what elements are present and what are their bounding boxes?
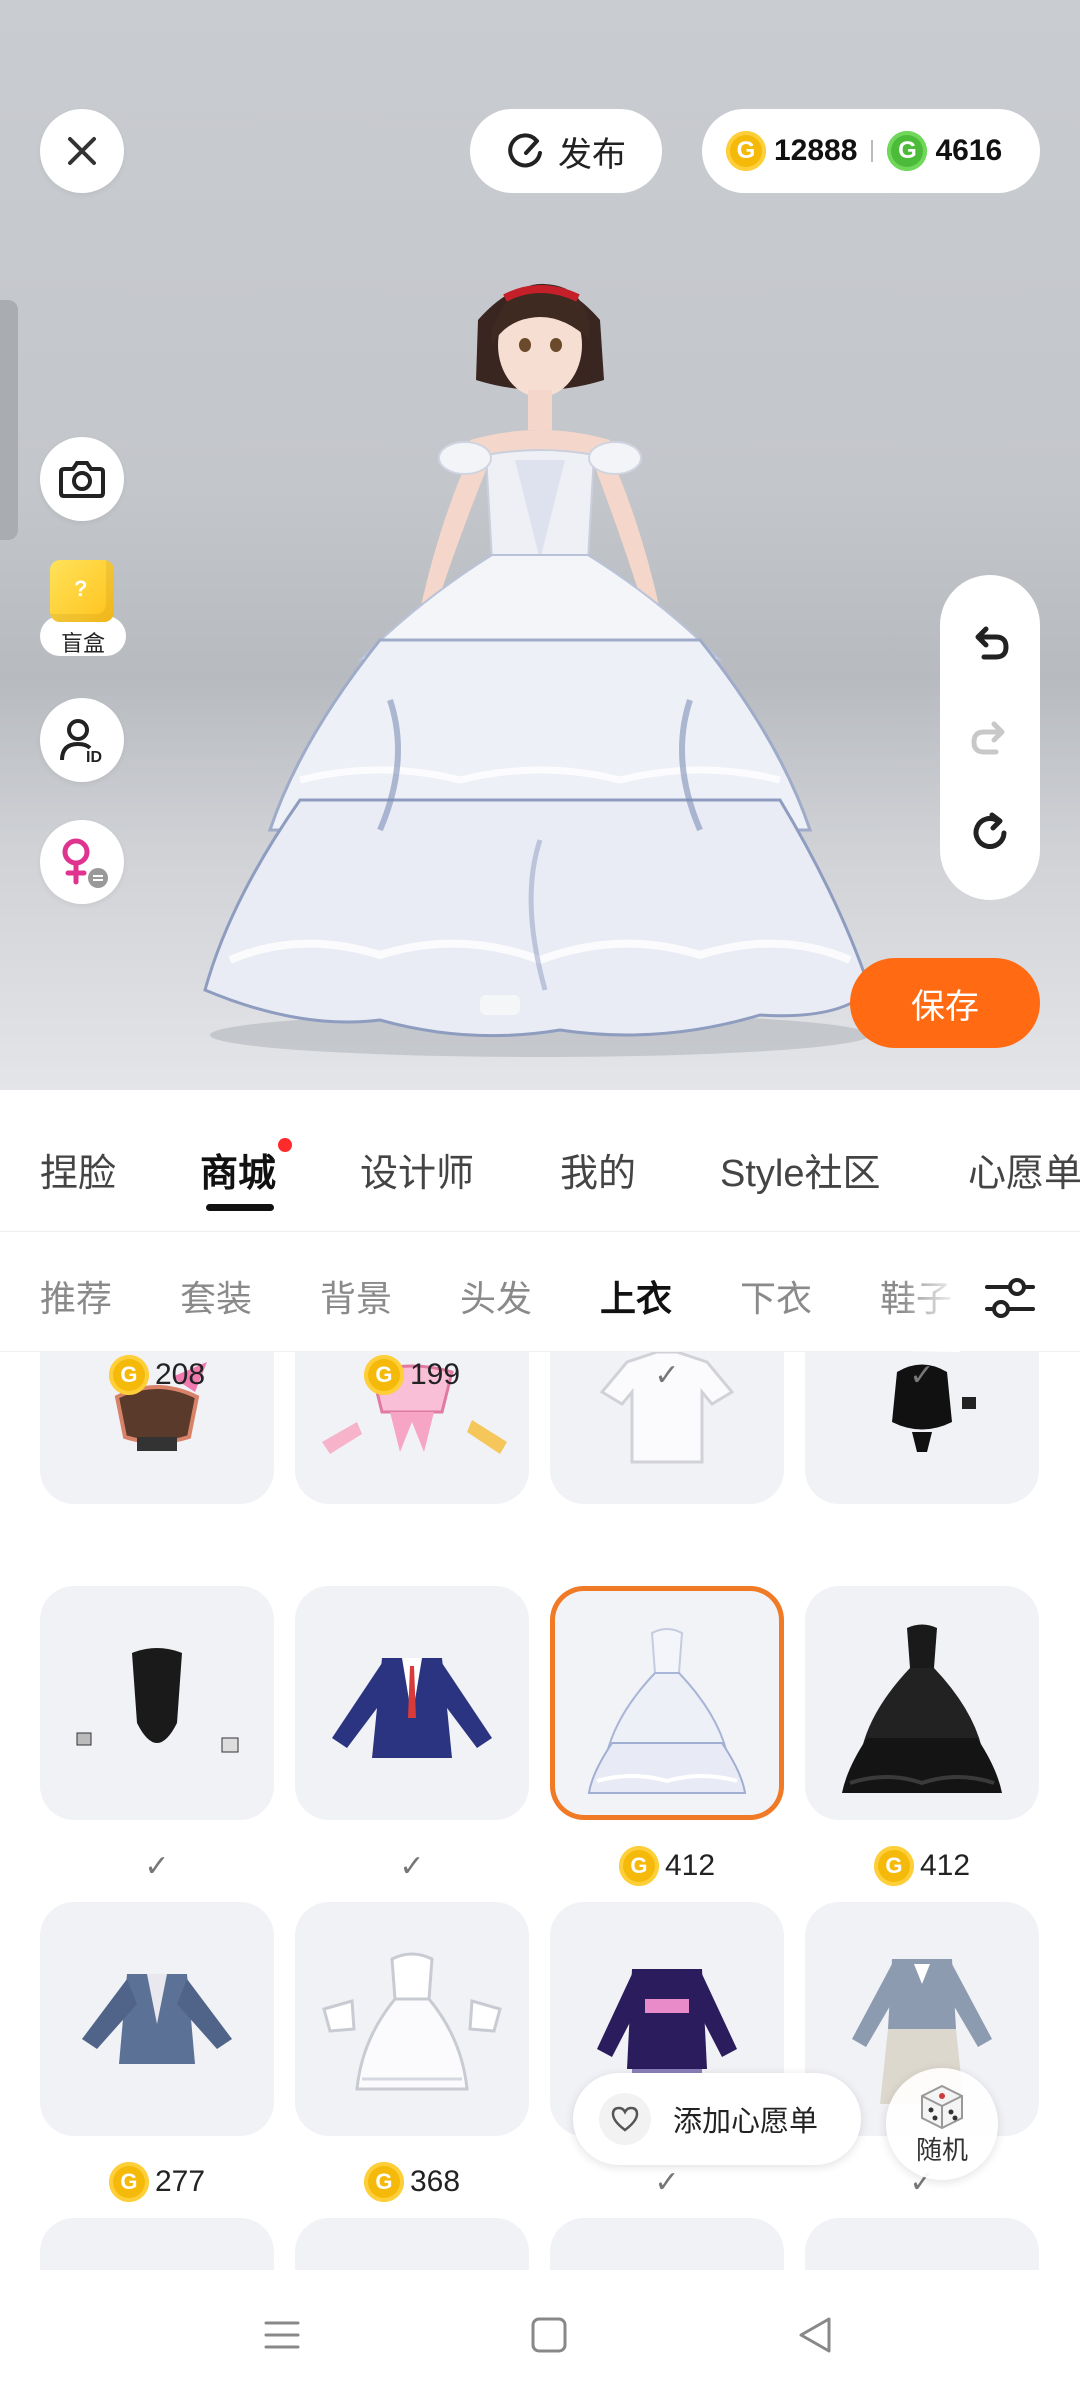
back-nav-button[interactable] (790, 2310, 840, 2360)
white-gown-thumbnail (587, 1628, 747, 1794)
gold-coin-icon: G (618, 1846, 659, 1886)
item-price: G 412 (550, 1844, 784, 1888)
item-card[interactable] (40, 1902, 274, 2136)
redo-icon[interactable] (968, 716, 1012, 760)
category-tab-bar: 推荐 套装 背景 头发 上衣 下衣 鞋子 (0, 1232, 1080, 1352)
female-icon (62, 838, 108, 888)
wishlist-label: 添加心愿单 (673, 2106, 819, 2138)
blindbox-label: 盲盒 (60, 631, 105, 656)
item-card[interactable] (40, 1586, 274, 1820)
item-price: G 199 (295, 1353, 529, 1397)
gender-switch-button[interactable] (40, 820, 124, 904)
home-nav-button[interactable] (524, 2310, 574, 2360)
avatar-id-button[interactable]: ID (40, 698, 124, 782)
currency-divider (871, 140, 874, 162)
reset-icon[interactable] (968, 811, 1012, 855)
category-hair[interactable]: 头发 (460, 1270, 532, 1322)
heart-icon-wrap (599, 2093, 651, 2145)
item-price: G 412 (805, 1844, 1039, 1888)
item-price: G 277 (40, 2160, 274, 2204)
tab-wishlist[interactable]: 心愿单 (968, 1142, 1080, 1197)
item-price: G 208 (40, 1353, 274, 1397)
owned-check-icon: ✓ (909, 1359, 935, 1392)
black-leotard-thumbnail (76, 1648, 239, 1753)
publish-icon (508, 133, 542, 168)
random-button[interactable]: 随机 (886, 2068, 998, 2180)
owned-check-icon: ✓ (654, 2166, 680, 2199)
random-label: 随机 (915, 2134, 968, 2165)
back-triangle-icon (799, 2317, 831, 2353)
heart-icon (611, 2106, 639, 2132)
gold-coin-icon: G (108, 2162, 149, 2202)
owned-check-icon: ✓ (654, 1359, 680, 1392)
owned-check-icon: ✓ (399, 1850, 425, 1883)
item-card[interactable] (295, 2218, 529, 2270)
tab-fade (900, 1232, 960, 1352)
blindbox-icon: ? (50, 560, 114, 622)
currency-bar[interactable]: G 12888 G 4616 (702, 109, 1040, 193)
navy-blazer-thumbnail (332, 1658, 492, 1758)
item-card[interactable] (40, 2218, 274, 2270)
tab-mine[interactable]: 我的 (560, 1142, 636, 1197)
item-card[interactable] (550, 2218, 784, 2270)
filter-button[interactable] (978, 1266, 1042, 1330)
item-card[interactable] (295, 1586, 529, 1820)
publish-label: 发布 (558, 135, 626, 174)
category-sets[interactable]: 套装 (180, 1270, 252, 1322)
blindbox-button[interactable]: ? 盲盒 (40, 560, 126, 664)
tab-face[interactable]: 捏脸 (40, 1142, 116, 1197)
item-card-selected[interactable] (550, 1586, 784, 1820)
person-id-icon: ID (60, 719, 102, 764)
green-balance: 4616 (935, 134, 1003, 167)
item-card[interactable] (805, 2218, 1039, 2270)
green-coin-icon: G (887, 131, 928, 171)
gold-coin-icon: G (363, 2162, 404, 2202)
filter-icon (985, 1278, 1035, 1318)
publish-button[interactable]: 发布 (470, 109, 662, 193)
history-controls (940, 575, 1040, 900)
denim-jacket-thumbnail (82, 1974, 232, 2064)
tab-style-community[interactable]: Style社区 (720, 1142, 880, 1197)
close-icon (68, 137, 96, 165)
undo-icon[interactable] (968, 621, 1012, 665)
item-price: G 368 (295, 2160, 529, 2204)
tab-designer[interactable]: 设计师 (360, 1142, 474, 1197)
camera-button[interactable] (40, 437, 124, 521)
item-card[interactable] (805, 1586, 1039, 1820)
menu-nav-button[interactable] (257, 2310, 307, 2360)
item-card[interactable] (295, 1902, 529, 2136)
category-background[interactable]: 背景 (320, 1270, 392, 1322)
gold-coin-icon: G (726, 131, 766, 171)
avatar-stage: 发布 G 12888 G 4616 ? 盲盒 ID 保存 (0, 0, 1080, 1090)
gold-coin-icon: G (873, 1846, 914, 1886)
close-button[interactable] (40, 109, 124, 193)
active-tab-underline (206, 1204, 274, 1211)
black-gown-thumbnail (842, 1624, 1002, 1793)
white-lolita-dress-thumbnail (322, 1952, 502, 2091)
menu-icon (264, 2321, 300, 2349)
notification-dot (278, 1138, 293, 1152)
svg-text:ID: ID (86, 749, 102, 764)
add-wishlist-button[interactable]: 添加心愿单 (573, 2073, 861, 2165)
gold-coin-icon: G (108, 1355, 149, 1395)
camera-icon (59, 461, 105, 498)
gold-balance: 12888 (774, 134, 858, 167)
gold-coin-icon: G (363, 1355, 404, 1395)
home-square-icon (531, 2317, 567, 2353)
save-button[interactable]: 保存 (850, 958, 1040, 1048)
dice-icon (921, 2084, 963, 2129)
category-recommended[interactable]: 推荐 (40, 1270, 112, 1322)
tab-mall[interactable]: 商城 (200, 1138, 293, 1211)
system-nav-bar (0, 2270, 1080, 2400)
owned-check-icon: ✓ (144, 1850, 170, 1883)
main-tab-bar: 捏脸 商城 设计师 我的 Style社区 心愿单 (0, 1090, 1080, 1232)
category-tops[interactable]: 上衣 (600, 1270, 672, 1322)
category-bottoms[interactable]: 下衣 (740, 1270, 812, 1322)
